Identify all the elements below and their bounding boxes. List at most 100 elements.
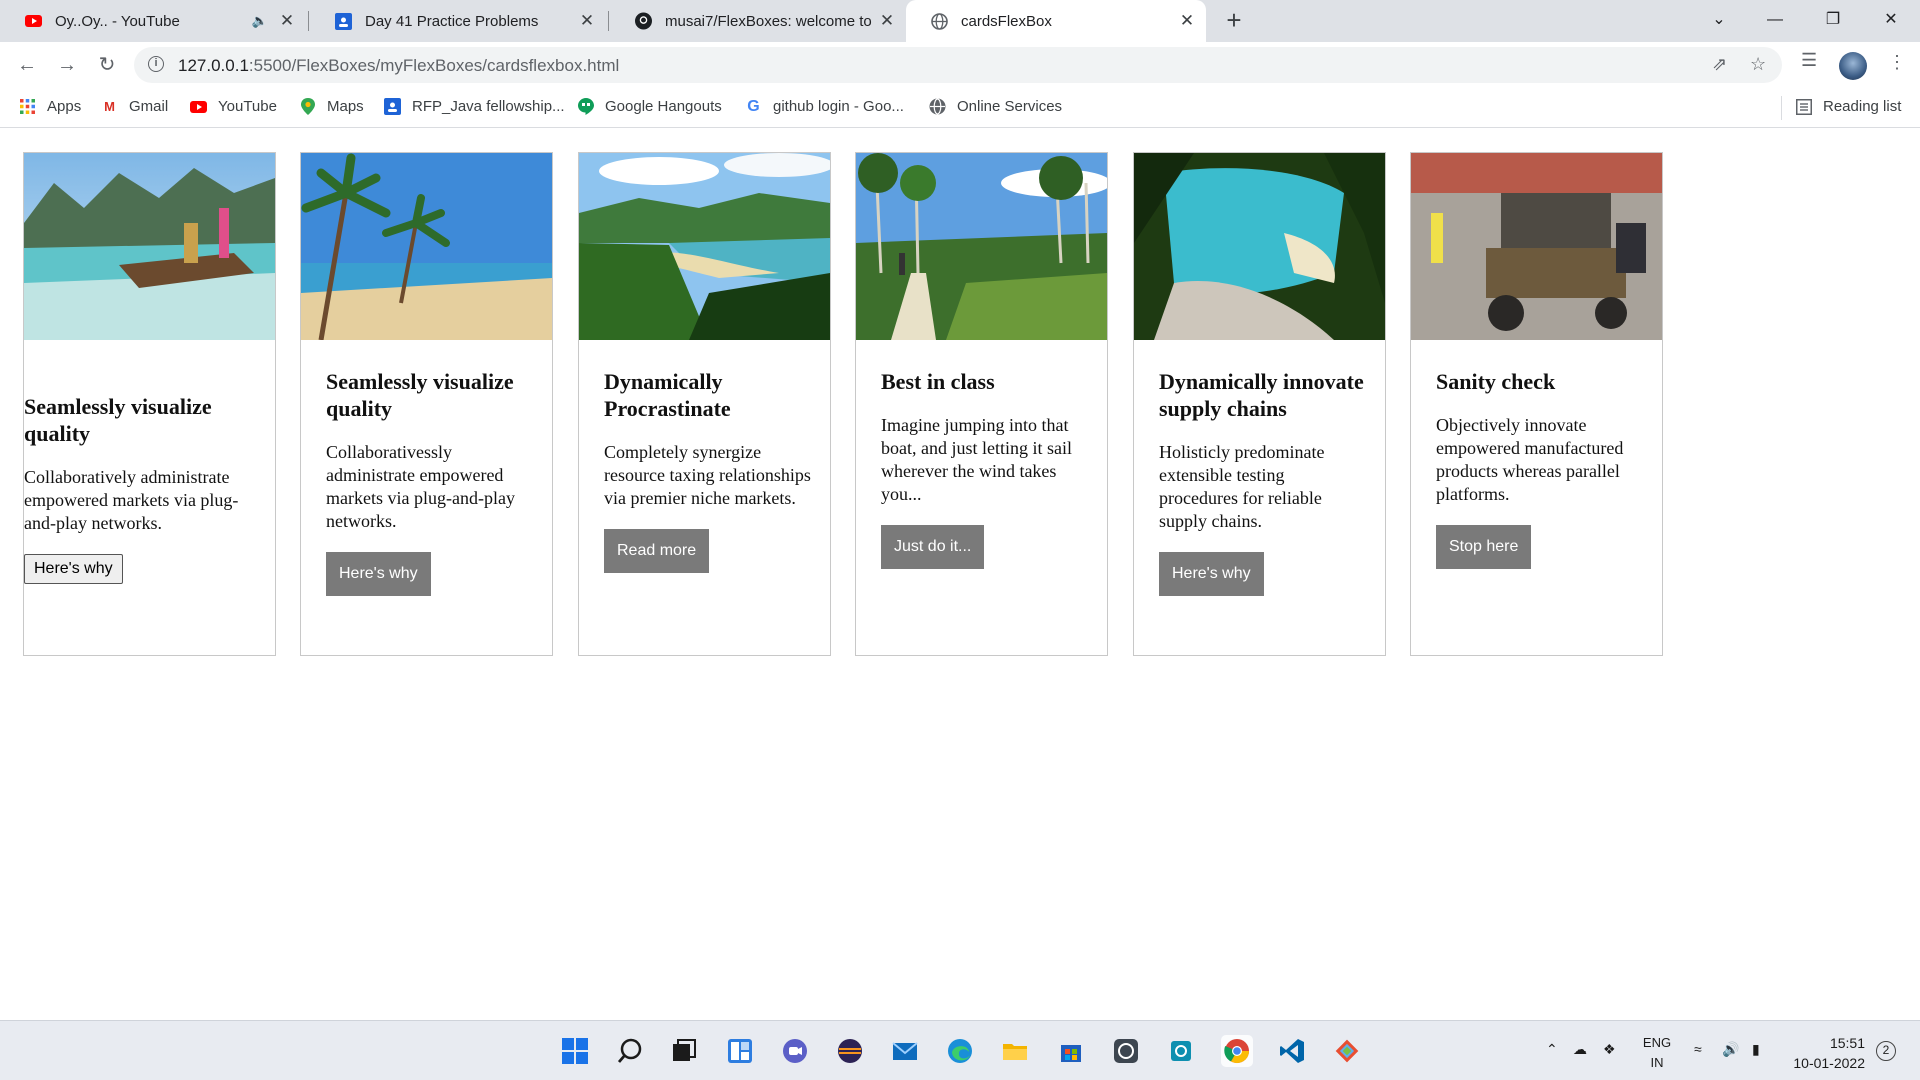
bookmark-youtube[interactable]: YouTube bbox=[190, 98, 277, 115]
task-view-icon[interactable] bbox=[668, 1035, 700, 1067]
bookmarks-bar: Apps M Gmail YouTube Maps RFP_Java fello… bbox=[0, 88, 1920, 128]
menu-icon[interactable]: ⋮ bbox=[1888, 52, 1906, 73]
mail-icon[interactable] bbox=[889, 1035, 921, 1067]
clock-date: 10-01-2022 bbox=[1793, 1055, 1865, 1071]
tab-cardsflexbox[interactable]: cardsFlexBox ✕ bbox=[906, 0, 1206, 42]
close-tab-icon[interactable]: ✕ bbox=[878, 12, 896, 30]
card-body: Sanity check Objectively innovate empowe… bbox=[1436, 368, 1644, 569]
bookmark-maps[interactable]: Maps bbox=[299, 98, 364, 115]
bookmark-online-services[interactable]: Online Services bbox=[929, 98, 1062, 115]
battery-icon[interactable]: ▮ bbox=[1752, 1041, 1760, 1058]
volume-icon[interactable]: 🔊 bbox=[1722, 1041, 1739, 1058]
hangouts-icon bbox=[577, 98, 594, 115]
onedrive-icon[interactable]: ☁ bbox=[1573, 1041, 1587, 1058]
bookmark-label: YouTube bbox=[218, 98, 277, 115]
url-path: :5500/FlexBoxes/myFlexBoxes/cardsflexbox… bbox=[248, 56, 620, 75]
region-code: IN bbox=[1650, 1055, 1664, 1070]
card-text: Collaboratively administrate empowered m… bbox=[24, 467, 239, 533]
card: Seamlessly visualize quality Collaborati… bbox=[23, 152, 276, 656]
tab-github[interactable]: musai7/FlexBoxes: welcome to ht ✕ bbox=[610, 0, 906, 42]
widgets-icon[interactable] bbox=[724, 1035, 756, 1067]
reading-list-icon bbox=[1795, 98, 1812, 115]
reading-list-label: Reading list bbox=[1823, 98, 1902, 115]
eclipse-icon[interactable] bbox=[834, 1035, 866, 1067]
edge-icon[interactable] bbox=[944, 1035, 976, 1067]
card-heading: Dynamically Procrastinate bbox=[604, 369, 731, 421]
card: Dynamically Procrastinate Completely syn… bbox=[578, 152, 831, 656]
share-icon[interactable]: ⇗ bbox=[1712, 54, 1727, 75]
stop-here-button[interactable]: Stop here bbox=[1436, 525, 1532, 569]
tab-title: musai7/FlexBoxes: welcome to ht bbox=[665, 12, 875, 30]
bookmark-star-icon[interactable]: ☆ bbox=[1750, 54, 1766, 75]
heres-why-button[interactable]: Here's why bbox=[24, 554, 123, 584]
bookmark-gmail[interactable]: M Gmail bbox=[101, 98, 168, 115]
bookmark-hangouts[interactable]: Google Hangouts bbox=[577, 98, 722, 115]
bookmark-apps[interactable]: Apps bbox=[19, 98, 81, 115]
close-tab-icon[interactable]: ✕ bbox=[1178, 12, 1196, 30]
bookmark-rfp-java[interactable]: RFP_Java fellowship... bbox=[384, 98, 565, 115]
language-indicator[interactable]: ENG IN bbox=[1640, 1033, 1674, 1073]
bookmark-label: Google Hangouts bbox=[605, 98, 722, 115]
start-icon[interactable] bbox=[559, 1035, 591, 1067]
minimize-button[interactable]: — bbox=[1748, 0, 1802, 40]
read-more-button[interactable]: Read more bbox=[604, 529, 710, 573]
bookmark-label: Online Services bbox=[957, 98, 1063, 115]
card-text: Completely synergize resource taxing rel… bbox=[604, 442, 811, 508]
tab-strip: Oy..Oy.. - YouTube 🔈 ✕ Day 41 Practice P… bbox=[0, 0, 1920, 42]
tab-search-icon[interactable]: ⌄ bbox=[1692, 0, 1746, 40]
new-tab-button[interactable]: + bbox=[1220, 7, 1248, 35]
site-info-icon[interactable]: i bbox=[148, 56, 164, 72]
just-do-it-button[interactable]: Just do it... bbox=[881, 525, 985, 569]
card: Sanity check Objectively innovate empowe… bbox=[1410, 152, 1663, 656]
tab-separator bbox=[308, 11, 309, 31]
chevron-up-icon[interactable]: ⌃ bbox=[1546, 1041, 1558, 1058]
store-icon[interactable] bbox=[1055, 1035, 1087, 1067]
forward-icon[interactable]: → bbox=[52, 50, 82, 80]
close-window-button[interactable]: ✕ bbox=[1864, 0, 1918, 40]
card-image-forest-path bbox=[856, 153, 1107, 340]
speaker-icon[interactable]: 🔈 bbox=[252, 13, 268, 29]
heres-why-button[interactable]: Here's why bbox=[326, 552, 431, 596]
url-text[interactable]: 127.0.0.1:5500/FlexBoxes/myFlexBoxes/car… bbox=[178, 56, 619, 76]
chat-icon[interactable] bbox=[779, 1035, 811, 1067]
vscode-icon[interactable] bbox=[1276, 1035, 1308, 1067]
bookmark-label: Maps bbox=[327, 98, 364, 115]
tab-youtube[interactable]: Oy..Oy.. - YouTube 🔈 ✕ bbox=[0, 0, 306, 42]
globe-icon bbox=[929, 98, 946, 115]
tab-classroom[interactable]: Day 41 Practice Problems ✕ bbox=[310, 0, 606, 42]
chrome-icon[interactable] bbox=[1221, 1035, 1253, 1067]
github-desktop-icon[interactable] bbox=[1110, 1035, 1142, 1067]
card-body: Dynamically Procrastinate Completely syn… bbox=[604, 368, 812, 573]
bookmark-label: github login - Goo... bbox=[773, 98, 904, 115]
bookmarks-separator bbox=[1781, 96, 1782, 120]
wifi-icon[interactable]: ≈ bbox=[1694, 1041, 1702, 1057]
dropbox-icon[interactable]: ❖ bbox=[1603, 1041, 1616, 1058]
browser-chrome: Oy..Oy.. - YouTube 🔈 ✕ Day 41 Practice P… bbox=[0, 0, 1920, 128]
close-tab-icon[interactable]: ✕ bbox=[578, 12, 596, 30]
reload-icon[interactable]: ↻ bbox=[92, 50, 122, 80]
notification-badge[interactable]: 2 bbox=[1876, 1041, 1896, 1061]
maps-pin-icon bbox=[299, 98, 316, 115]
close-tab-icon[interactable]: ✕ bbox=[278, 12, 296, 30]
clock[interactable]: 15:51 10-01-2022 bbox=[1790, 1033, 1865, 1073]
profile-avatar[interactable] bbox=[1839, 52, 1867, 80]
card-image-street-tuktuk bbox=[1411, 153, 1662, 340]
search-icon[interactable] bbox=[614, 1035, 646, 1067]
back-icon[interactable]: ← bbox=[12, 50, 42, 80]
gmail-icon: M bbox=[104, 99, 115, 114]
git-icon[interactable] bbox=[1331, 1035, 1363, 1067]
card: Seamlessly visualize quality Collaborati… bbox=[300, 152, 553, 656]
card-image-turquoise-cove bbox=[1134, 153, 1385, 340]
github-icon bbox=[635, 12, 652, 30]
classroom-icon bbox=[335, 12, 352, 30]
app-icon[interactable] bbox=[1165, 1035, 1197, 1067]
card-text: Objectively innovate empowered manufactu… bbox=[1436, 415, 1624, 504]
address-bar[interactable]: i 127.0.0.1:5500/FlexBoxes/myFlexBoxes/c… bbox=[134, 47, 1782, 83]
url-host: 127.0.0.1 bbox=[178, 56, 249, 75]
media-control-icon[interactable]: ☰ bbox=[1801, 50, 1817, 71]
reading-list-button[interactable]: Reading list bbox=[1795, 98, 1901, 115]
restore-button[interactable]: ❐ bbox=[1806, 0, 1860, 40]
bookmark-github-login[interactable]: G github login - Goo... bbox=[745, 98, 904, 116]
heres-why-button[interactable]: Here's why bbox=[1159, 552, 1264, 596]
file-explorer-icon[interactable] bbox=[999, 1035, 1031, 1067]
